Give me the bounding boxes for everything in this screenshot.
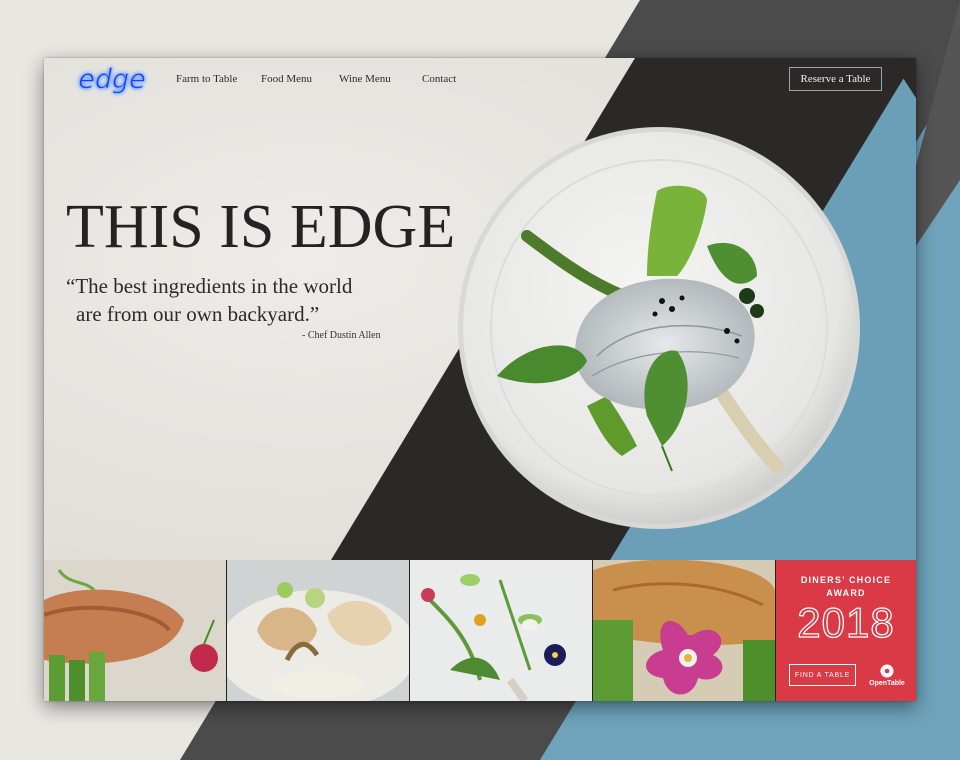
- edge-logo[interactable]: edge: [66, 63, 158, 99]
- quote-line-2: are from our own backyard.”: [76, 302, 320, 326]
- award-title: DINERS’ CHOICE AWARD: [776, 574, 916, 600]
- quote-attribution: - Chef Dustin Allen: [302, 330, 381, 341]
- opentable-logo-icon: [880, 664, 894, 678]
- diners-choice-award-panel: DINERS’ CHOICE AWARD 2018 FIND A TABLE O…: [776, 560, 916, 701]
- award-title-line-2: AWARD: [826, 588, 866, 598]
- salmon-asparagus-dish-image[interactable]: [44, 560, 227, 701]
- reserve-table-button[interactable]: Reserve a Table: [789, 67, 882, 91]
- quote-line-1: “The best ingredients in the world: [66, 274, 353, 298]
- nav-farm-to-table[interactable]: Farm to Table: [176, 73, 237, 85]
- hero-quote: “The best ingredients in the world are f…: [66, 272, 396, 328]
- award-year: 2018: [797, 599, 895, 646]
- nav-wine-menu[interactable]: Wine Menu: [339, 73, 391, 85]
- microgreens-dish-image[interactable]: [410, 560, 593, 701]
- hero-headline: THIS IS EDGE: [66, 193, 456, 261]
- logo-wordmark: edge: [78, 64, 146, 95]
- scallop-dish-image[interactable]: [227, 560, 410, 701]
- nav-contact[interactable]: Contact: [422, 73, 456, 85]
- find-a-table-button[interactable]: FIND A TABLE: [789, 664, 856, 686]
- chicken-orchid-dish-image[interactable]: [593, 560, 776, 701]
- plated-fish-dish-image: [457, 126, 861, 530]
- opentable-label: OpenTable: [869, 680, 905, 687]
- hero-section: edge Farm to Table Food Menu Wine Menu C…: [44, 58, 916, 560]
- award-title-line-1: DINERS’ CHOICE: [800, 575, 892, 585]
- website-frame: edge Farm to Table Food Menu Wine Menu C…: [44, 58, 916, 701]
- nav-food-menu[interactable]: Food Menu: [261, 73, 312, 85]
